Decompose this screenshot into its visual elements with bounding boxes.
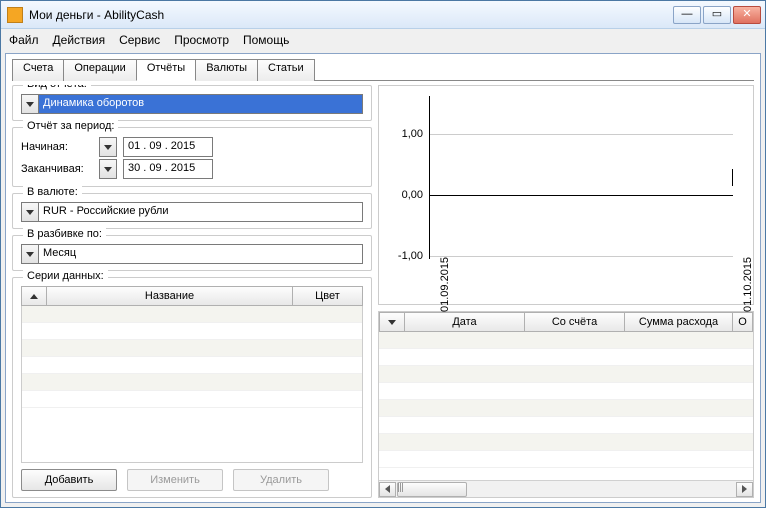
scroll-thumb[interactable] [397,482,467,497]
close-button[interactable]: ✕ [733,6,761,24]
series-col-color[interactable]: Цвет [293,286,363,306]
period-to-dropdown[interactable] [99,159,117,179]
currency-label: В валюте: [23,186,82,198]
window-title: Мои деньги - AbilityCash [29,8,673,22]
chevron-down-icon[interactable] [21,202,39,222]
detail-col-expense[interactable]: Сумма расхода [625,312,733,332]
tab-currencies[interactable]: Валюты [195,59,258,81]
period-from-value[interactable]: 01 . 09 . 2015 [123,137,213,157]
horizontal-scrollbar[interactable] [379,480,753,497]
menu-actions[interactable]: Действия [53,33,106,47]
series-grid-body[interactable] [21,306,363,463]
chart-ytick-1: 1,00 [379,128,429,140]
add-button[interactable]: Добавить [21,469,117,491]
app-icon [7,7,23,23]
group-period: Отчёт за период: Начиная: 01 . 09 . 2015… [12,127,372,187]
titlebar: Мои деньги - AbilityCash — ▭ ✕ [1,1,765,29]
report-type-value: Динамика оборотов [39,94,363,114]
menu-help[interactable]: Помощь [243,33,289,47]
detail-table-body[interactable] [379,332,753,480]
tab-articles[interactable]: Статьи [257,59,315,81]
menubar: Файл Действия Сервис Просмотр Помощь [1,29,765,51]
chart-plot-area [429,96,733,259]
period-to-label: Заканчивая: [21,163,93,175]
period-from-label: Начиная: [21,141,93,153]
chart-ytick-2: 0,00 [379,189,429,201]
menu-file[interactable]: Файл [9,33,39,47]
period-to-value[interactable]: 30 . 09 . 2015 [123,159,213,179]
series-label: Серии данных: [23,270,108,282]
delete-button[interactable]: Удалить [233,469,329,491]
currency-combo[interactable]: RUR - Российские рубли [21,202,363,222]
detail-col-date[interactable]: Дата [405,312,525,332]
report-type-combo[interactable]: Динамика оборотов [21,94,363,114]
tab-operations[interactable]: Операции [63,59,136,81]
chevron-down-icon[interactable] [21,244,39,264]
detail-col-o[interactable]: О [733,312,753,332]
menu-service[interactable]: Сервис [119,33,160,47]
period-label: Отчёт за период: [23,120,118,132]
edit-button[interactable]: Изменить [127,469,223,491]
report-type-label: Вид отчёта: [23,85,91,90]
maximize-button[interactable]: ▭ [703,6,731,24]
chart: 1,00 0,00 -1,00 01.09.2015 01.10.2015 [378,85,754,305]
breakdown-value: Месяц [39,244,363,264]
menu-view[interactable]: Просмотр [174,33,229,47]
breakdown-label: В разбивке по: [23,228,106,240]
group-report-type: Вид отчёта: Динамика оборотов [12,85,372,121]
scroll-left-arrow[interactable] [379,482,396,497]
chart-xtick-2: 01.10.2015 [742,257,754,312]
series-col-name[interactable]: Название [47,286,293,306]
detail-col-from[interactable]: Со счёта [525,312,625,332]
tab-accounts[interactable]: Счета [12,59,64,81]
currency-value: RUR - Российские рубли [39,202,363,222]
breakdown-combo[interactable]: Месяц [21,244,363,264]
chart-xtick-1: 01.09.2015 [439,257,451,312]
minimize-button[interactable]: — [673,6,701,24]
tab-reports[interactable]: Отчёты [136,59,196,81]
chart-ytick-3: -1,00 [379,250,429,262]
scroll-right-arrow[interactable] [736,482,753,497]
group-series: Серии данных: Название Цвет Добавить Изм… [12,277,372,498]
chevron-down-icon[interactable] [21,94,39,114]
group-currency: В валюте: RUR - Российские рубли [12,193,372,229]
group-breakdown: В разбивке по: Месяц [12,235,372,271]
detail-sort-indicator[interactable] [379,312,405,332]
series-sort-indicator[interactable] [21,286,47,306]
tabstrip: Счета Операции Отчёты Валюты Статьи [12,58,754,80]
detail-table: Дата Со счёта Сумма расхода О [378,311,754,498]
period-from-dropdown[interactable] [99,137,117,157]
